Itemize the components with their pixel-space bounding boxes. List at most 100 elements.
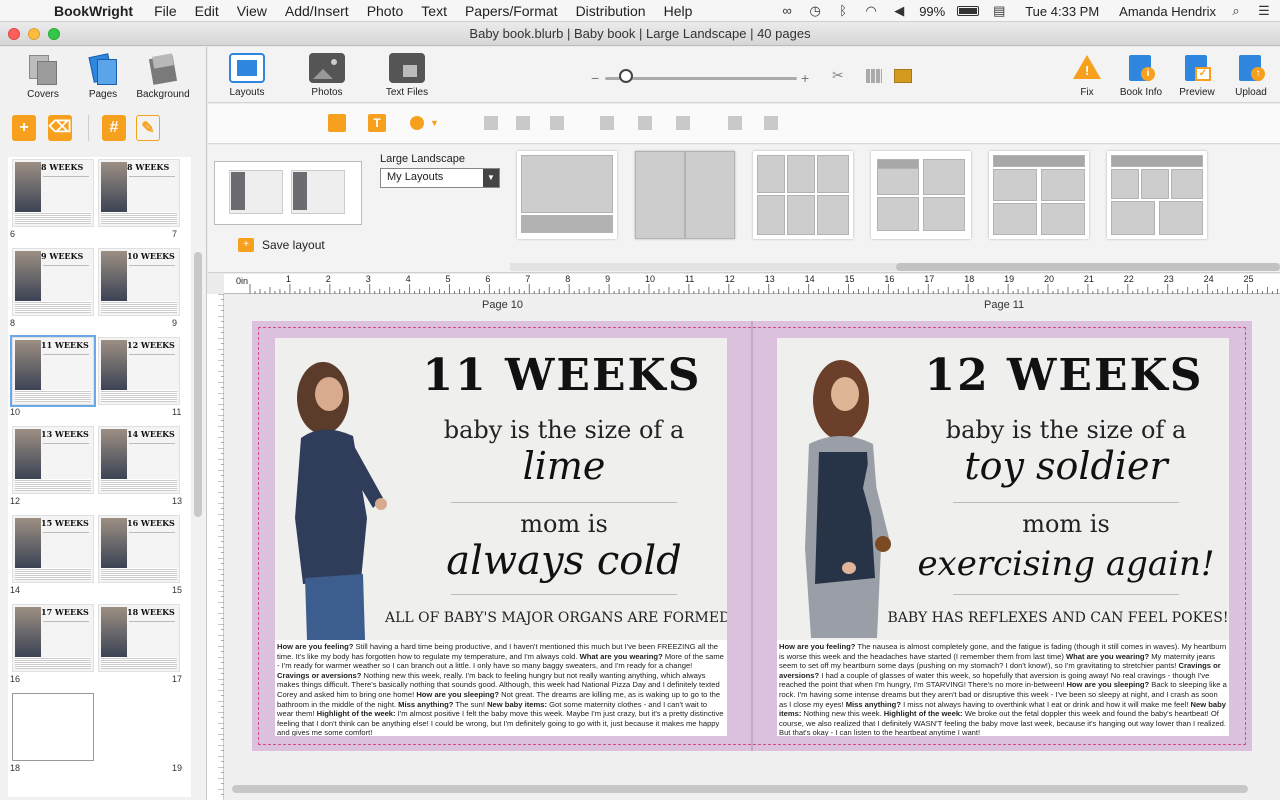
menu-view[interactable]: View	[237, 3, 267, 19]
page-10-photo[interactable]: 11 WEEKS baby is the size of a lime mom …	[275, 338, 727, 640]
layout-option-1[interactable]	[517, 151, 617, 239]
page-thumbnail[interactable]: 18 WEEKS	[98, 604, 180, 672]
bar-chart-icon[interactable]	[894, 69, 912, 83]
page-thumbnail[interactable]: 16 WEEKS	[98, 515, 180, 583]
zoom-thumb[interactable]	[619, 69, 633, 83]
distribute-vertical-icon[interactable]	[764, 116, 778, 130]
mom-line: mom is	[1022, 510, 1110, 538]
add-shape-icon[interactable]	[410, 116, 424, 130]
page-thumbnail[interactable]: 8 WEEKS	[12, 159, 94, 227]
thumbnails-scrollbar[interactable]	[194, 252, 202, 517]
page-10-content[interactable]: 11 WEEKS baby is the size of a lime mom …	[275, 338, 727, 736]
menu-help[interactable]: Help	[664, 3, 693, 19]
layout-option-3[interactable]	[753, 151, 853, 239]
page-10-body-text[interactable]: How are you feeling? Still having a hard…	[277, 642, 725, 736]
upload-tool[interactable]: ↑ Upload	[1224, 53, 1278, 98]
thumbnail-spread[interactable]: 9 WEEKS 10 WEEKS	[12, 248, 182, 316]
wifi-icon[interactable]: ◠	[863, 4, 879, 18]
thumbnail-spread[interactable]	[12, 693, 182, 761]
add-photo-box-icon[interactable]	[328, 114, 346, 132]
page-number-button[interactable]: #	[102, 115, 126, 141]
layout-option-2[interactable]	[635, 151, 735, 239]
time-machine-icon[interactable]: ◷	[807, 4, 823, 18]
background-tool[interactable]: Background	[133, 53, 193, 100]
delete-page-button[interactable]: ⌫	[48, 115, 72, 141]
current-layout-preview[interactable]	[214, 161, 362, 225]
align-top-icon[interactable]	[600, 116, 614, 130]
layout-option-4[interactable]	[871, 151, 971, 239]
input-menu-icon[interactable]: ▤	[991, 4, 1007, 18]
page-thumbnail[interactable]	[12, 693, 94, 761]
page-11-body-text[interactable]: How are you feeling? The nausea is almos…	[779, 642, 1227, 736]
text-files-tool[interactable]: Text Files	[377, 53, 437, 98]
volume-icon[interactable]: ◀	[891, 4, 907, 18]
thumbnail-script-text	[129, 176, 175, 206]
layouts-tool[interactable]: Layouts	[217, 53, 277, 98]
page-thumbnail[interactable]: 10 WEEKS	[98, 248, 180, 316]
book-info-tool[interactable]: i Book Info	[1114, 53, 1168, 98]
layout-source-select[interactable]: My Layouts ▼	[380, 168, 500, 188]
add-text-box-icon[interactable]: T	[368, 114, 386, 132]
layout-option-6[interactable]	[1107, 151, 1207, 239]
layout-option-5[interactable]	[989, 151, 1089, 239]
page-thumbnail[interactable]: 17 WEEKS	[12, 604, 94, 672]
app-menu[interactable]: BookWright	[54, 3, 133, 19]
cut-tool-icon[interactable]: ✂	[832, 67, 844, 84]
page-thumbnail[interactable]: 8 WEEKS	[98, 159, 180, 227]
grid-view-icon[interactable]	[866, 69, 882, 83]
menu-file[interactable]: File	[154, 3, 177, 19]
ruler-tick-label: 1	[285, 274, 291, 284]
menu-papers-format[interactable]: Papers/Format	[465, 3, 558, 19]
zoom-out-icon[interactable]: −	[591, 71, 599, 85]
align-middle-icon[interactable]	[638, 116, 652, 130]
thumbnail-photo	[15, 162, 41, 212]
pages-tool[interactable]: Pages	[73, 53, 133, 100]
creative-cloud-icon[interactable]: ∞	[779, 4, 795, 18]
align-right-icon[interactable]	[550, 116, 564, 130]
page-thumbnail[interactable]: 14 WEEKS	[98, 426, 180, 494]
page-11-photo[interactable]: 12 WEEKS baby is the size of a toy soldi…	[777, 338, 1229, 640]
align-bottom-icon[interactable]	[676, 116, 690, 130]
bluetooth-icon[interactable]: ᛒ	[835, 4, 851, 18]
menu-edit[interactable]: Edit	[195, 3, 219, 19]
thumbnail-body-text	[101, 568, 177, 580]
notification-center-icon[interactable]: ☰	[1256, 4, 1272, 18]
distribute-horizontal-icon[interactable]	[728, 116, 742, 130]
canvas-horizontal-scrollbar[interactable]	[232, 785, 1248, 793]
ruler-tick-label: 22	[1123, 274, 1134, 284]
layouts-scrollbar-thumb[interactable]	[896, 263, 1280, 271]
page-thumbnail[interactable]	[98, 693, 180, 761]
add-page-button[interactable]: +	[12, 115, 36, 141]
menu-text[interactable]: Text	[421, 3, 447, 19]
shape-dropdown-icon[interactable]: ▼	[430, 118, 439, 128]
page-thumbnail[interactable]: 9 WEEKS	[12, 248, 94, 316]
zoom-slider[interactable]: − +	[591, 69, 811, 85]
save-layout-button[interactable]: + Save layout	[238, 238, 325, 252]
user-name[interactable]: Amanda Hendrix	[1119, 4, 1216, 19]
thumbnail-spread[interactable]: 17 WEEKS 18 WEEKS	[12, 604, 182, 672]
thumbnail-title: 10 WEEKS	[127, 251, 175, 261]
align-left-icon[interactable]	[484, 116, 498, 130]
page-thumbnail[interactable]: 11 WEEKS	[10, 335, 96, 407]
clock[interactable]: Tue 4:33 PM	[1025, 4, 1099, 19]
preview-tool[interactable]: ✓ Preview	[1170, 53, 1224, 98]
menu-distribution[interactable]: Distribution	[576, 3, 646, 19]
photos-tool[interactable]: Photos	[297, 53, 357, 98]
covers-tool[interactable]: Covers	[13, 53, 73, 100]
menu-add-insert[interactable]: Add/Insert	[285, 3, 349, 19]
thumbnail-spread[interactable]: 8 WEEKS 8 WEEKS	[12, 159, 182, 227]
edit-pages-button[interactable]: ✎	[136, 115, 160, 141]
thumbnail-spread[interactable]: 15 WEEKS 16 WEEKS	[12, 515, 182, 583]
thumbnail-spread[interactable]: 11 WEEKS 12 WEEKS	[10, 335, 182, 407]
align-center-icon[interactable]	[516, 116, 530, 130]
battery-icon[interactable]	[957, 6, 980, 16]
thumbnail-spread[interactable]: 13 WEEKS 14 WEEKS	[12, 426, 182, 494]
page-thumbnail[interactable]: 13 WEEKS	[12, 426, 94, 494]
zoom-in-icon[interactable]: +	[801, 71, 809, 85]
spotlight-search-icon[interactable]: ⌕	[1228, 4, 1244, 18]
page-11-content[interactable]: 12 WEEKS baby is the size of a toy soldi…	[777, 338, 1229, 736]
page-thumbnail[interactable]: 15 WEEKS	[12, 515, 94, 583]
fix-tool[interactable]: ! Fix	[1060, 53, 1114, 98]
menu-photo[interactable]: Photo	[367, 3, 404, 19]
page-thumbnail[interactable]: 12 WEEKS	[98, 337, 180, 405]
